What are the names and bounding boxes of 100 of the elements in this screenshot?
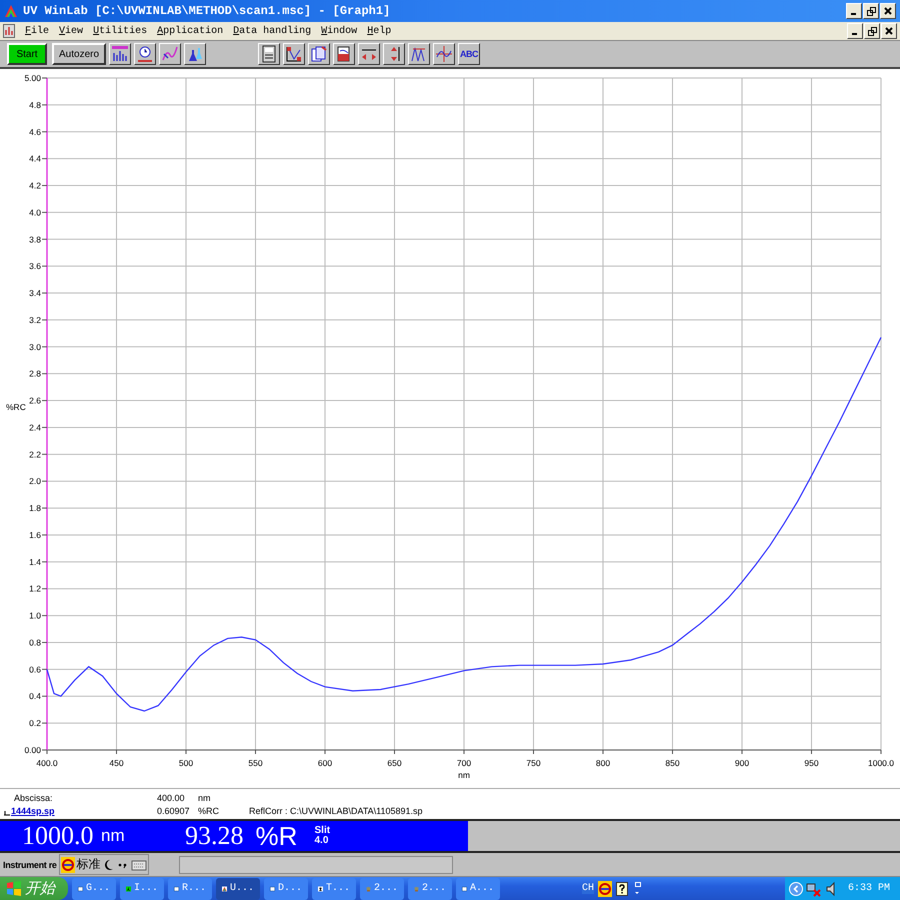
x-tick-label: 950	[804, 758, 819, 768]
y-tick-label: 4.6	[29, 126, 41, 137]
menu-item[interactable]: Data handling	[233, 26, 312, 36]
close-button[interactable]	[881, 23, 897, 39]
y-tick-label: 5.00	[24, 73, 41, 83]
y-tick-label: 4.8	[29, 100, 41, 110]
x-tick-label: 900	[734, 758, 750, 768]
taskbar-button[interactable]: T...	[312, 878, 356, 900]
copy-tool-button[interactable]	[308, 43, 330, 65]
restore-button[interactable]	[864, 23, 880, 39]
y-tick-label: 2.0	[29, 476, 41, 486]
minimize-button[interactable]	[846, 3, 862, 19]
x-tick-label: 700	[456, 758, 472, 768]
x-tick-label: 550	[248, 758, 263, 768]
y-tick-label: 4.4	[29, 154, 41, 164]
x-tick-label: 450	[109, 758, 124, 768]
rainbow-app-icon	[4, 4, 18, 18]
slit-label: Slit	[314, 826, 330, 836]
y-tick-label: 1.8	[29, 503, 41, 514]
close-icon	[885, 27, 893, 35]
crosshair-tool-button[interactable]	[433, 43, 456, 65]
menu-item[interactable]: Help	[367, 26, 392, 36]
plot-tool-button[interactable]	[283, 43, 306, 65]
abscissa-value: 400.00	[157, 792, 186, 802]
language-indicator[interactable]: CH	[582, 883, 594, 894]
restore-caret-icon[interactable]	[632, 880, 642, 896]
y-tick-label: 3.2	[29, 314, 41, 325]
ime-logo-icon[interactable]	[598, 880, 612, 896]
autozero-button[interactable]: Autozero	[52, 43, 106, 65]
copy-icon	[310, 45, 328, 63]
abscissa-label: Abscissa:	[13, 792, 54, 802]
value-unit: %R	[256, 820, 298, 852]
status-text: Instrument re	[3, 860, 57, 870]
file-link[interactable]: 1444sp.sp	[11, 806, 55, 816]
peaks-tool-button[interactable]	[408, 43, 430, 65]
windows-logo-icon	[6, 880, 22, 896]
value-reading: 93.28	[185, 821, 244, 851]
x-axis-title: nm	[458, 770, 470, 780]
flasks-icon	[186, 45, 204, 63]
close-button[interactable]	[880, 3, 896, 19]
y-tick-label: 3.4	[29, 288, 41, 298]
taskbar-button[interactable]: R...	[168, 878, 212, 900]
ime-logo-icon	[60, 856, 75, 872]
restore-icon	[868, 26, 876, 36]
y-tick-label: 3.6	[29, 261, 41, 272]
x-tick-label: 400.0	[36, 758, 58, 768]
y-tick-label: 3.8	[29, 234, 41, 244]
menu-item[interactable]: View	[59, 26, 84, 36]
clock-tool-button[interactable]	[134, 43, 156, 65]
calculator-tool-button[interactable]	[258, 43, 280, 65]
spectrum-tool-button[interactable]	[109, 43, 132, 65]
menu-item[interactable]: Window	[321, 26, 358, 36]
taskbar-button[interactable]: G...	[72, 878, 116, 900]
y-tick-label: 2.4	[29, 422, 41, 432]
y-tick-label: 4.2	[29, 180, 41, 191]
beaker-tool-button[interactable]	[333, 43, 356, 65]
y-tick-label: 1.4	[29, 556, 41, 567]
v-arrows-tool-button[interactable]	[383, 43, 406, 65]
curve-icon	[161, 45, 180, 63]
y-tick-label: 0.2	[29, 718, 41, 728]
ordinate-value: 0.60907	[157, 806, 191, 816]
ordinate-unit: %RC	[198, 806, 220, 816]
minimize-button[interactable]	[847, 23, 863, 39]
network-error-icon[interactable]	[806, 880, 822, 896]
curve-tool-button[interactable]	[159, 43, 182, 65]
speaker-icon[interactable]	[824, 880, 837, 896]
y-axis-title: %RC	[6, 402, 26, 412]
taskbar-button[interactable]: I...	[120, 878, 164, 900]
taskbar-button[interactable]: A...	[456, 878, 500, 900]
x-tick-label: 600	[318, 758, 332, 768]
text-tool-button[interactable]: ABC	[458, 43, 480, 65]
trace-marker-icon	[4, 810, 10, 816]
taskbar-button[interactable]: 2...	[360, 878, 404, 900]
wavelength-unit: nm	[101, 826, 126, 846]
clock: 6:33 PM	[848, 883, 890, 894]
taskbar-button[interactable]: D...	[264, 878, 308, 900]
y-tick-label: 0.00	[24, 745, 41, 755]
y-tick-label: 2.2	[29, 449, 41, 460]
taskbar-button[interactable]: 2...	[408, 878, 452, 900]
menu-item[interactable]: Application	[157, 26, 224, 36]
taskbar-button[interactable]: U...	[216, 878, 260, 900]
y-tick-label: 1.2	[29, 584, 41, 594]
calculator-icon	[260, 45, 278, 63]
restore-icon	[866, 6, 876, 16]
flasks-tool-button[interactable]	[184, 43, 206, 65]
y-tick-label: 1.0	[29, 610, 41, 621]
y-tick-label: 2.8	[29, 368, 41, 379]
x-tick-label: 850	[665, 758, 680, 768]
window-title: UV WinLab [C:\UVWINLAB\METHOD\scan1.msc] - [Graph1]	[23, 4, 390, 18]
menu-item[interactable]: File	[25, 26, 50, 36]
restore-button[interactable]	[863, 3, 879, 19]
menu-item[interactable]: Utilities	[93, 26, 148, 36]
x-tick-label: 800	[596, 758, 610, 768]
close-icon	[884, 7, 892, 15]
x-tick-label: 650	[387, 758, 402, 768]
y-tick-label: 0.8	[29, 637, 41, 648]
h-arrows-tool-button[interactable]	[358, 43, 380, 65]
start-button[interactable]: Start	[7, 43, 47, 65]
help-icon[interactable]	[616, 882, 628, 896]
expand-tray-icon[interactable]	[788, 882, 803, 896]
